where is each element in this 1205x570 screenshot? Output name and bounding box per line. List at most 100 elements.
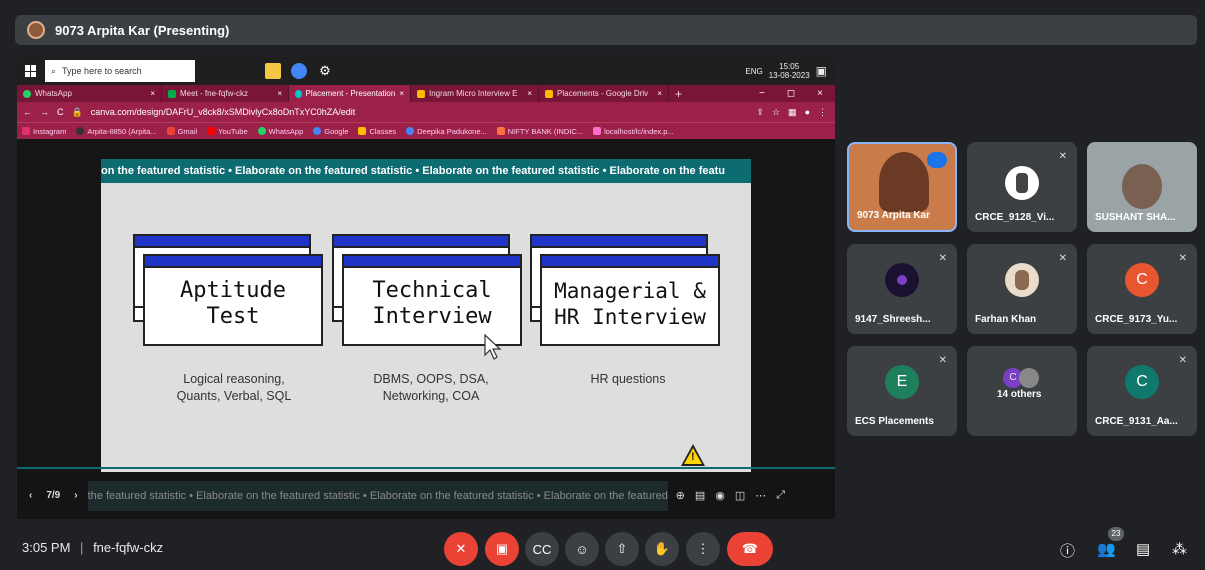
chat-icon[interactable]: ▤ <box>1136 540 1150 558</box>
avatar <box>885 263 919 297</box>
card-title-line2: Interview <box>372 304 492 329</box>
presentation-slide: on the featured statistic • Elaborate on… <box>101 159 751 487</box>
next-slide-icon[interactable]: › <box>74 490 77 501</box>
people-icon[interactable]: 👥 <box>1097 540 1116 558</box>
url-field[interactable]: canva.com/design/DAFrU_v8ck8/xSMDivlyCx8… <box>91 107 356 117</box>
video-feed <box>1122 164 1162 209</box>
search-icon: ⌕ <box>51 65 57 76</box>
profile-icon[interactable]: ● <box>805 107 810 117</box>
video-feed <box>879 152 929 212</box>
avatar <box>1019 368 1039 388</box>
more-options-button[interactable]: ⋮ <box>686 532 720 566</box>
participant-tile[interactable]: ✕ 9147_Shreesh... <box>847 244 957 334</box>
participant-count-badge: 23 <box>1108 527 1124 541</box>
presenter-label: 9073 Arpita Kar (Presenting) <box>55 22 230 38</box>
card-aptitude: Aptitude Test <box>133 234 323 346</box>
desc-managerial: HR questions <box>590 372 666 386</box>
taskbar-search[interactable]: ⌕ Type here to search <box>45 60 195 82</box>
bookmark-youtube[interactable]: YouTube <box>207 127 248 136</box>
participant-tile[interactable]: ✕ C CRCE_9173_Yu... <box>1087 244 1197 334</box>
bookmarks-bar: Instagram Arpita-8850 (Arpita... Gmail Y… <box>17 122 835 139</box>
avatar: C <box>1125 263 1159 297</box>
zoom-icon[interactable]: ⊕ <box>676 489 685 502</box>
menu-icon[interactable]: ⋮ <box>818 107 835 118</box>
activities-icon[interactable]: ⁂ <box>1172 540 1187 558</box>
bookmark-instagram[interactable]: Instagram <box>22 127 66 136</box>
share-icon[interactable]: ⇪ <box>756 107 764 118</box>
windows-start-icon[interactable] <box>25 65 37 77</box>
prev-slide-icon[interactable]: ‹ <box>29 490 32 501</box>
participant-tile[interactable]: 9073 Arpita Kar <box>847 142 957 232</box>
bookmark-whatsapp[interactable]: WhatsApp <box>257 127 303 136</box>
file-explorer-icon[interactable] <box>265 63 281 79</box>
captions-button[interactable]: CC <box>525 532 559 566</box>
tray-clock[interactable]: 15:05 13-08-2023 <box>769 62 810 80</box>
reload-icon[interactable]: C <box>57 107 64 117</box>
captions-icon[interactable]: ▤ <box>695 489 705 502</box>
bookmark-google[interactable]: Google <box>313 127 348 136</box>
phone-hangup-icon: ☎ <box>741 541 759 556</box>
star-icon[interactable]: ☆ <box>772 107 780 118</box>
present-button[interactable]: ⇧ <box>605 532 639 566</box>
extensions-icon[interactable]: ▦ <box>788 107 797 118</box>
mic-off-icon: ✕ <box>455 541 467 556</box>
leave-call-button[interactable]: ☎ <box>727 532 773 566</box>
close-icon[interactable]: × <box>399 89 404 98</box>
bookmark-deepika[interactable]: Deepika Padukone... <box>406 127 487 136</box>
chrome-icon[interactable] <box>291 63 307 79</box>
restore-icon[interactable]: ◻ <box>787 88 795 99</box>
broadcast-icon[interactable]: ◉ <box>715 489 725 502</box>
settings-gear-icon[interactable]: ⚙ <box>317 63 333 79</box>
lock-icon: 🔒 <box>71 106 83 117</box>
presenter-avatar <box>27 21 45 39</box>
bookmark-gmail[interactable]: Gmail <box>166 127 197 136</box>
participant-tile[interactable]: ✕ Farhan Khan <box>967 244 1077 334</box>
avatar <box>1005 165 1039 200</box>
meeting-details-icon[interactable]: ⓘ <box>1060 540 1075 561</box>
camera-off-icon: ▣ <box>495 541 509 556</box>
tab-whatsapp[interactable]: WhatsApp × <box>17 85 162 102</box>
mic-toggle-button[interactable]: ✕ <box>444 532 478 566</box>
participant-tile[interactable]: SUSHANT SHA... <box>1087 142 1197 232</box>
present-icon[interactable]: ◫ <box>735 489 745 502</box>
close-icon[interactable]: × <box>527 89 532 98</box>
reactions-button[interactable]: ☺ <box>565 532 599 566</box>
card-window: Aptitude Test <box>143 254 323 346</box>
participant-tile[interactable]: ✕ CRCE_9128_Vi... <box>967 142 1077 232</box>
bookmark-localhost[interactable]: localhost/lc/index.p... <box>593 127 674 136</box>
avatar <box>1005 263 1039 297</box>
minimize-icon[interactable]: − <box>759 88 765 99</box>
fullscreen-icon[interactable]: ⤢ <box>776 489 785 502</box>
participant-tile[interactable]: ✕ E ECS Placements <box>847 346 957 436</box>
presentation-controls: ‹ 7/9 › the featured statistic • Elabora… <box>17 472 835 519</box>
page-indicator: 7/9 <box>46 490 61 501</box>
notification-icon[interactable]: ▣ <box>816 64 827 78</box>
avatar: E <box>885 365 919 399</box>
more-options-icon[interactable]: ⋯ <box>755 489 766 502</box>
tab-meet[interactable]: Meet - fne-fqfw-ckz × <box>162 85 289 102</box>
forward-icon[interactable]: → <box>40 107 49 117</box>
speaking-indicator-icon <box>927 152 947 168</box>
raise-hand-button[interactable]: ✋ <box>645 532 679 566</box>
close-icon[interactable]: × <box>150 89 155 98</box>
mic-off-icon: ✕ <box>938 253 947 264</box>
camera-toggle-button[interactable]: ▣ <box>485 532 519 566</box>
close-icon[interactable]: × <box>657 89 662 98</box>
bookmark-classes[interactable]: Classes <box>358 127 396 136</box>
bookmark-nifty[interactable]: NIFTY BANK (INDIC... <box>496 127 583 136</box>
tab-placement-presentation[interactable]: Placement - Presentation × <box>289 85 411 102</box>
close-icon[interactable]: × <box>277 89 282 98</box>
mic-off-icon: ✕ <box>938 355 947 366</box>
new-tab-button[interactable]: + <box>669 85 688 102</box>
participant-tile[interactable]: ✕ C CRCE_9131_Aa... <box>1087 346 1197 436</box>
close-window-icon[interactable]: × <box>817 88 823 99</box>
avatar: C <box>1125 365 1159 399</box>
card-managerial: Managerial & HR Interview <box>530 234 720 346</box>
captions-icon: CC <box>532 541 552 557</box>
tab-placements-drive[interactable]: Placements - Google Driv × <box>539 85 669 102</box>
bookmark-arpita[interactable]: Arpita-8850 (Arpita... <box>76 127 157 136</box>
back-icon[interactable]: ← <box>23 107 32 117</box>
tray-lang: ENG <box>745 66 763 76</box>
tab-ingram[interactable]: Ingram Micro Interview E × <box>411 85 539 102</box>
participant-tile-others[interactable]: C 14 others <box>967 346 1077 436</box>
